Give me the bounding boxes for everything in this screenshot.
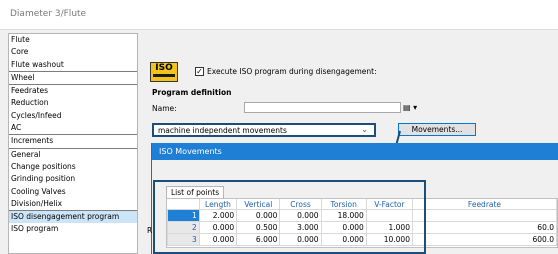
table-row[interactable]: 3 0.000 6.000 0.000 0.000 10.000 600.0: [167, 233, 557, 246]
cell-feedrate[interactable]: [411, 209, 557, 222]
cell-length[interactable]: 0.000: [198, 221, 238, 234]
column-header-vertical[interactable]: Vertical: [236, 199, 281, 210]
cell-cross[interactable]: 0.000: [279, 233, 322, 246]
table-row[interactable]: 1 2.000 0.000 0.000 18.000: [167, 209, 557, 222]
cell-v-factor[interactable]: 10.000: [365, 233, 413, 246]
points-table[interactable]: Length Vertical Cross Torsion V-Factor F…: [166, 198, 558, 248]
table-row[interactable]: 2 0.000 0.500 3.000 0.000 1.000 60.0: [167, 221, 557, 234]
cell-feedrate[interactable]: 600.0: [411, 233, 557, 246]
column-header-cross[interactable]: Cross: [279, 199, 322, 210]
column-header-feedrate[interactable]: Feedrate: [412, 199, 557, 210]
column-header-torsion[interactable]: Torsion: [321, 199, 367, 210]
table-header: Length Vertical Cross Torsion V-Factor F…: [167, 199, 557, 210]
column-header-length[interactable]: Length: [199, 199, 238, 210]
cell-vertical[interactable]: 6.000: [236, 233, 281, 246]
column-header: [167, 199, 200, 210]
cell-vertical[interactable]: 0.000: [236, 209, 281, 222]
cell-vertical[interactable]: 0.500: [236, 221, 281, 234]
cell-torsion[interactable]: 0.000: [320, 233, 367, 246]
row-number[interactable]: 3: [167, 233, 200, 246]
cell-feedrate[interactable]: 60.0: [411, 221, 557, 234]
cell-length[interactable]: 0.000: [198, 233, 238, 246]
row-number[interactable]: 2: [167, 221, 200, 234]
column-header-v-factor[interactable]: V-Factor: [366, 199, 413, 210]
dialog-title: ISO Movements: [152, 143, 558, 160]
cell-cross[interactable]: 0.000: [279, 209, 322, 222]
cell-torsion[interactable]: 18.000: [320, 209, 367, 222]
cell-v-factor[interactable]: 1.000: [365, 221, 413, 234]
cell-torsion[interactable]: 0.000: [320, 221, 367, 234]
cell-cross[interactable]: 3.000: [279, 221, 322, 234]
partial-label: R: [147, 226, 153, 235]
row-number[interactable]: 1: [167, 209, 200, 222]
cell-length[interactable]: 2.000: [198, 209, 238, 222]
cell-v-factor[interactable]: [365, 209, 413, 222]
